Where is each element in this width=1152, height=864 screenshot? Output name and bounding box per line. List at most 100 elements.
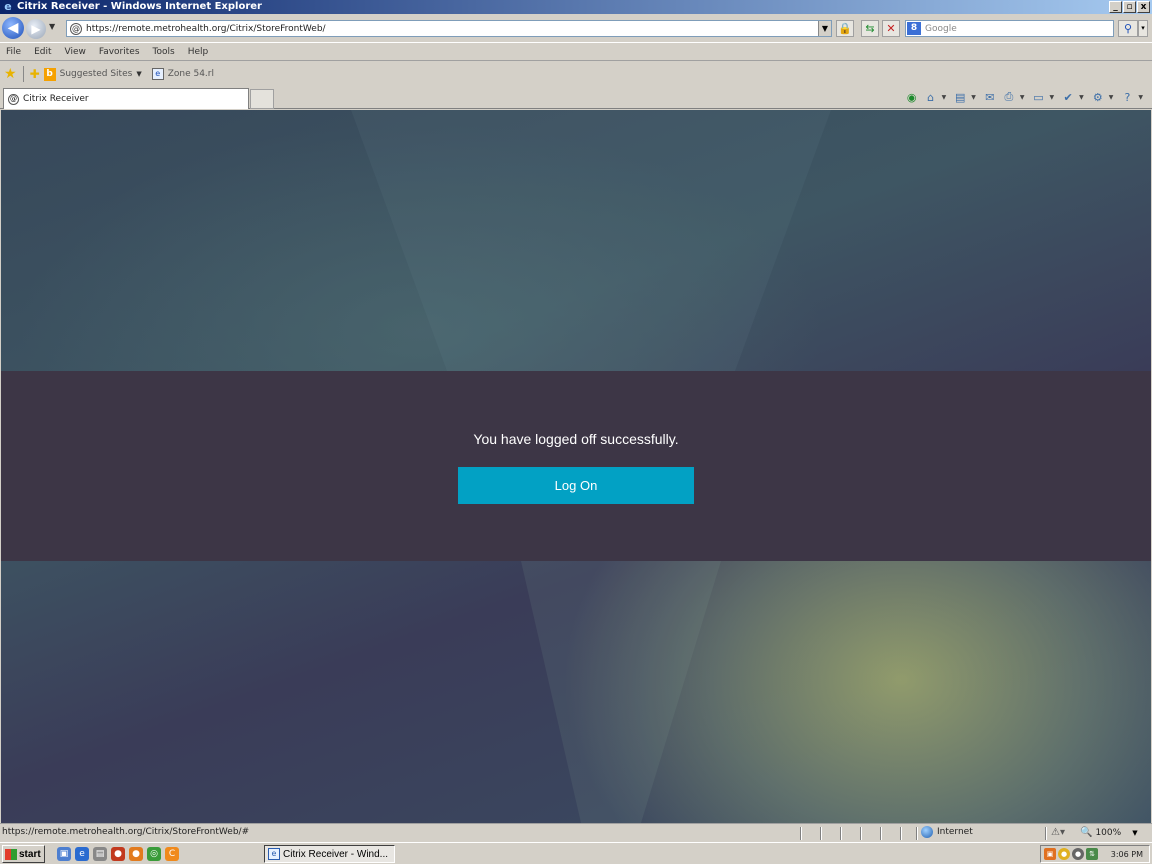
forward-arrow-icon[interactable]: ▶: [26, 19, 46, 39]
refresh-icon[interactable]: ⇆: [861, 20, 879, 37]
print-icon[interactable]: ⎙: [1001, 90, 1017, 104]
ie-icon[interactable]: e: [75, 847, 89, 861]
menu-favorites[interactable]: Favorites: [99, 47, 140, 57]
print-dropdown[interactable]: ▼: [1020, 94, 1025, 101]
gear-icon[interactable]: ⚙: [1090, 91, 1106, 104]
window-titlebar: e Citrix Receiver - Windows Internet Exp…: [0, 0, 1152, 14]
menu-help[interactable]: Help: [188, 47, 209, 57]
menu-edit[interactable]: Edit: [34, 47, 51, 57]
address-bar[interactable]: @ https://remote.metrohealth.org/Citrix/…: [66, 20, 832, 37]
logoff-panel: You have logged off successfully. Log On: [1, 371, 1151, 561]
page-dropdown[interactable]: ▼: [1050, 94, 1055, 101]
start-button[interactable]: start: [2, 845, 45, 863]
ie-icon: e: [268, 848, 280, 860]
quick-launch: ▣ e ▤ ● ● ◎ C: [57, 847, 179, 861]
network-icon[interactable]: ⇅: [1086, 848, 1098, 860]
address-toolbar: ◀ ▶ ▼ @ https://remote.metrohealth.org/C…: [0, 14, 1152, 43]
home-dropdown[interactable]: ▼: [942, 94, 947, 101]
recent-pages-dropdown[interactable]: ▼: [49, 22, 55, 31]
site-globe-icon: @: [70, 22, 82, 35]
stop-icon[interactable]: ✕: [882, 20, 900, 37]
rss-icon[interactable]: ▤: [952, 91, 968, 104]
app-icon[interactable]: ▤: [93, 847, 107, 861]
status-divider: [820, 827, 822, 840]
status-divider: [840, 827, 842, 840]
help-dropdown[interactable]: ▼: [1138, 94, 1143, 101]
suggested-sites-link[interactable]: Suggested Sites: [60, 69, 133, 79]
close-button[interactable]: x: [1137, 1, 1150, 13]
search-input[interactable]: 8 Google: [905, 20, 1114, 37]
ie-logo-icon: e: [4, 0, 12, 13]
mail-icon[interactable]: ✉: [982, 91, 998, 104]
favorites-star-icon[interactable]: ★: [4, 66, 17, 82]
suggested-sites-dropdown[interactable]: ▼: [136, 70, 141, 78]
zoom-control[interactable]: 🔍 100% ▼: [1080, 827, 1138, 838]
favorites-bar: ★ ✚ b Suggested Sites ▼ e Zone 54.rl: [0, 62, 1152, 86]
start-label: start: [19, 848, 41, 860]
menu-tools[interactable]: Tools: [153, 47, 175, 57]
tab-bar: @ Citrix Receiver ◉ ⌂ ▼ ▤ ▼ ✉ ⎙ ▼ ▭ ▼ ✔ ▼ ⚙ ▼ …: [0, 86, 1152, 109]
google-provider-icon: 8: [907, 22, 921, 35]
status-divider: [900, 827, 902, 840]
menu-file[interactable]: File: [6, 47, 21, 57]
window-title: Citrix Receiver - Windows Internet Explo…: [17, 1, 262, 12]
windows-taskbar: start ▣ e ▤ ● ● ◎ C e Citrix Receiver - …: [0, 842, 1152, 864]
tray-app-icon[interactable]: ●: [1072, 848, 1084, 860]
protected-mode-icon[interactable]: ⚠▾: [1051, 827, 1065, 838]
address-dropdown-button[interactable]: ▼: [818, 21, 831, 36]
tools-dropdown[interactable]: ▼: [1109, 94, 1114, 101]
page-content: You have logged off successfully. Log On: [1, 110, 1151, 823]
menu-bar: File Edit View Favorites Tools Help: [0, 44, 1152, 61]
zone-label: Internet: [937, 827, 973, 837]
add-favorite-icon[interactable]: ✚: [30, 67, 40, 81]
status-url: https://remote.metrohealth.org/Citrix/St…: [2, 827, 250, 837]
task-label: Citrix Receiver - Wind...: [283, 848, 389, 860]
logoff-message: You have logged off successfully.: [473, 431, 679, 447]
tab-citrix-receiver[interactable]: @ Citrix Receiver: [3, 88, 249, 109]
app-icon[interactable]: C: [165, 847, 179, 861]
tray-app-icon[interactable]: ▣: [1044, 848, 1056, 860]
zone-link[interactable]: Zone 54.rl: [168, 69, 214, 79]
window-controls: _ ▫ x: [1109, 1, 1150, 13]
zoom-dropdown[interactable]: ▼: [1132, 829, 1137, 837]
lock-icon[interactable]: 🔒: [836, 20, 854, 37]
show-desktop-icon[interactable]: ▣: [57, 847, 71, 861]
home-icon[interactable]: ⌂: [923, 91, 939, 104]
status-divider: [880, 827, 882, 840]
taskbar-ie-window[interactable]: e Citrix Receiver - Wind...: [264, 845, 395, 863]
suggested-sites-icon[interactable]: ◉: [904, 91, 920, 104]
status-divider: [800, 827, 802, 840]
status-divider: [1045, 827, 1047, 840]
log-on-button[interactable]: Log On: [458, 467, 694, 504]
zoom-level: 100%: [1095, 827, 1122, 838]
status-divider: [916, 827, 918, 840]
chrome-icon[interactable]: ◎: [147, 847, 161, 861]
safety-icon[interactable]: ✔: [1060, 91, 1076, 104]
address-url[interactable]: https://remote.metrohealth.org/Citrix/St…: [86, 24, 326, 34]
background-facet: [521, 561, 721, 823]
search-options-dropdown[interactable]: ▾: [1138, 20, 1148, 37]
tray-app-icon[interactable]: ●: [1058, 848, 1070, 860]
new-tab-button[interactable]: [250, 89, 274, 109]
bing-icon: b: [43, 67, 56, 81]
search-icon[interactable]: ⚲: [1118, 20, 1138, 37]
maximize-button[interactable]: ▫: [1123, 1, 1136, 13]
rss-dropdown[interactable]: ▼: [971, 94, 976, 101]
app-icon[interactable]: ●: [111, 847, 125, 861]
minimize-button[interactable]: _: [1109, 1, 1122, 13]
status-bar: https://remote.metrohealth.org/Citrix/St…: [0, 823, 1152, 842]
internet-globe-icon: [921, 826, 933, 838]
clock[interactable]: 3:06 PM: [1111, 850, 1143, 859]
system-tray: ▣ ● ● ⇅ 3:06 PM: [1040, 845, 1150, 863]
favorites-separator: [22, 66, 24, 82]
zoom-icon: 🔍: [1080, 827, 1093, 838]
page-icon[interactable]: ▭: [1031, 91, 1047, 104]
help-icon[interactable]: ?: [1119, 91, 1135, 104]
menu-view[interactable]: View: [65, 47, 86, 57]
tab-label: Citrix Receiver: [23, 94, 89, 104]
firefox-icon[interactable]: ●: [129, 847, 143, 861]
back-arrow-icon[interactable]: ◀: [2, 17, 24, 39]
safety-dropdown[interactable]: ▼: [1079, 94, 1084, 101]
security-zone[interactable]: Internet: [921, 826, 973, 838]
tab-globe-icon: @: [8, 93, 19, 105]
